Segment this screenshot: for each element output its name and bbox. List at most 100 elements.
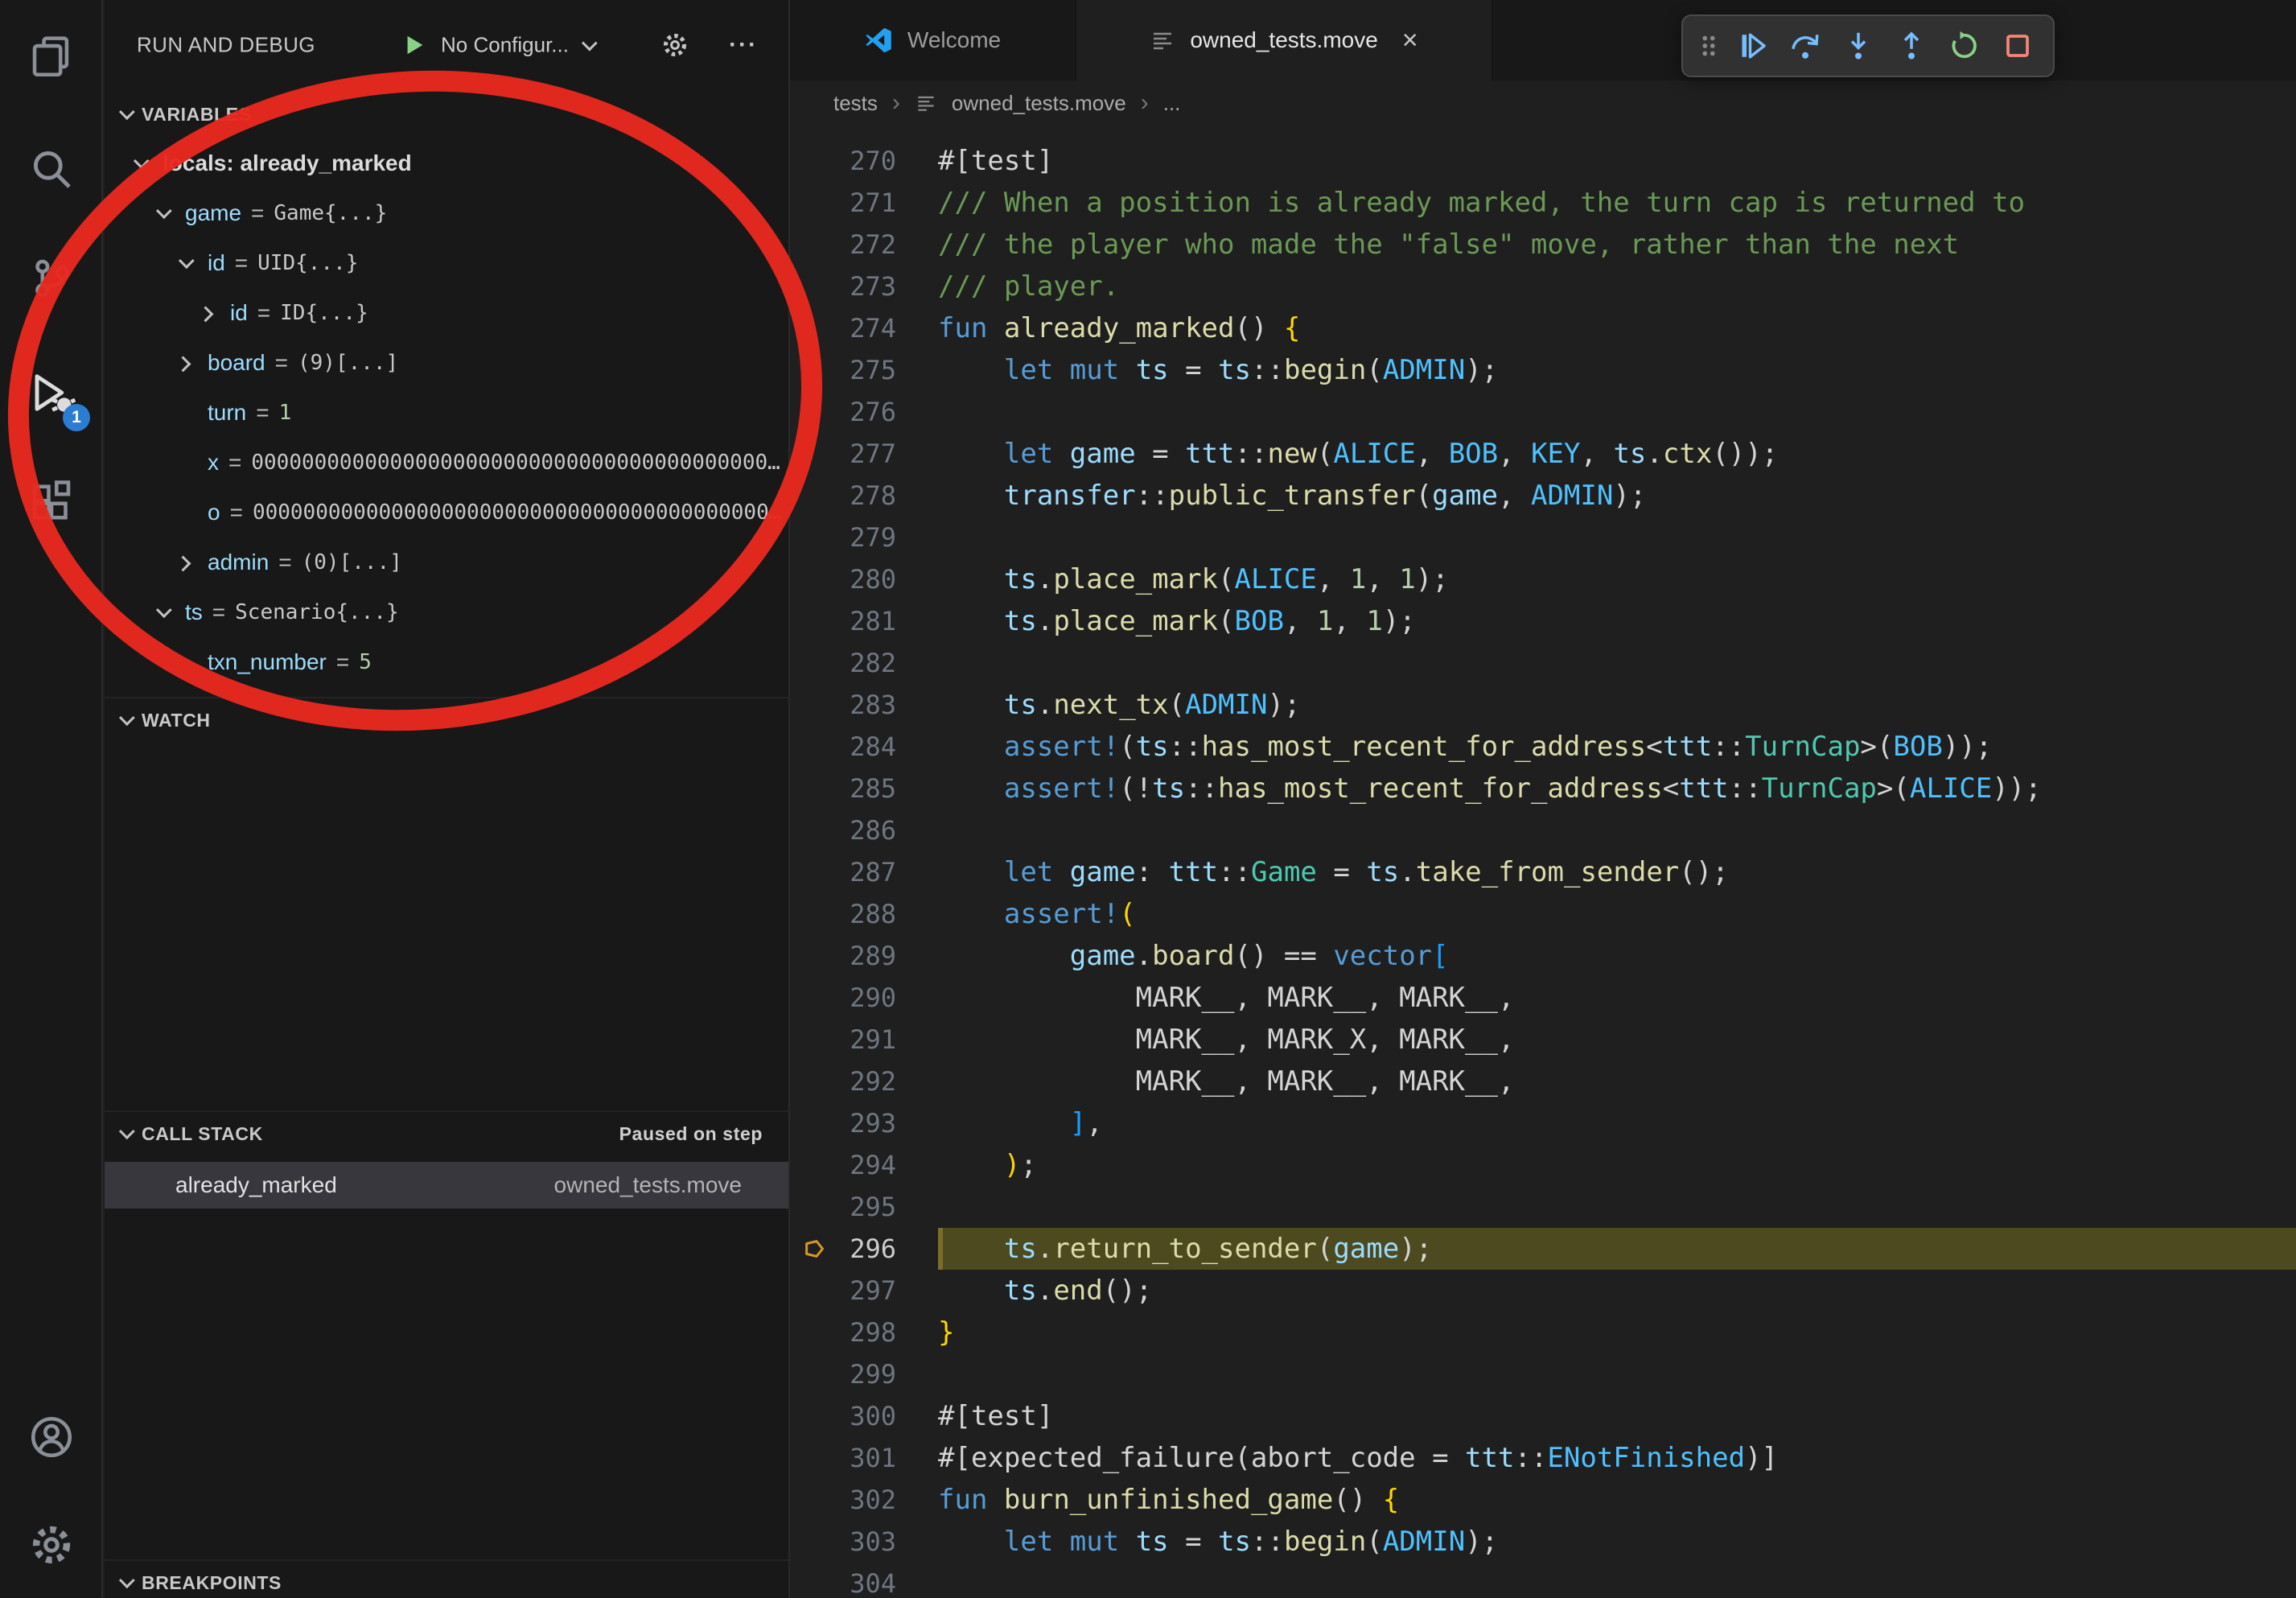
activity-bar-run-and-debug[interactable]: 1 <box>16 357 87 428</box>
activity-bar-settings[interactable] <box>16 1509 87 1580</box>
tab-owned-tests-move[interactable]: owned_tests.move × <box>1076 0 1493 80</box>
code-text[interactable] <box>938 517 2296 558</box>
code-text[interactable]: ts.place_mark(BOB, 1, 1); <box>938 600 2296 642</box>
gutter-icon-area[interactable] <box>790 977 838 1019</box>
close-icon[interactable]: × <box>1402 27 1418 54</box>
twistie[interactable] <box>179 557 208 568</box>
code-text[interactable]: MARK__, MARK_X, MARK__, <box>938 1019 2296 1061</box>
breakpoints-section-header[interactable]: BREAKPOINTS <box>105 1559 788 1598</box>
code-text[interactable]: ts.next_tx(ADMIN); <box>938 684 2296 726</box>
code-text[interactable]: ); <box>938 1144 2296 1186</box>
stop-button[interactable] <box>1994 22 2042 70</box>
gutter-icon-area[interactable] <box>790 1270 838 1312</box>
gutter-icon-area[interactable] <box>790 1228 838 1270</box>
step-over-button[interactable] <box>1781 22 1829 70</box>
drag-handle[interactable] <box>1694 22 1723 70</box>
code-text[interactable]: let mut ts = ts::begin(ADMIN); <box>938 1521 2296 1563</box>
gutter-icon-area[interactable] <box>790 1353 838 1395</box>
code-text[interactable]: let game = ttt::new(ALICE, BOB, KEY, ts.… <box>938 433 2296 475</box>
restart-button[interactable] <box>1940 22 1989 70</box>
gutter-icon-area[interactable] <box>790 768 838 809</box>
continue-button[interactable] <box>1728 22 1776 70</box>
gutter-icon-area[interactable] <box>790 182 838 224</box>
code-text[interactable]: fun already_marked() { <box>938 307 2296 349</box>
gutter-icon-area[interactable] <box>790 935 838 977</box>
variable-row[interactable]: admin=(0)[...] <box>105 537 788 587</box>
activity-bar-source-control[interactable] <box>16 243 87 314</box>
gutter-icon-area[interactable] <box>790 1395 838 1437</box>
twistie[interactable] <box>134 158 163 169</box>
code-text[interactable]: fun burn_unfinished_game() { <box>938 1479 2296 1521</box>
code-text[interactable]: assert!(ts::has_most_recent_for_address<… <box>938 726 2296 768</box>
twistie[interactable] <box>156 607 185 618</box>
code-text[interactable]: #[expected_failure(abort_code = ttt::ENo… <box>938 1437 2296 1479</box>
code-text[interactable]: MARK__, MARK__, MARK__, <box>938 1061 2296 1102</box>
code-text[interactable]: /// the player who made the "false" move… <box>938 224 2296 266</box>
gutter-icon-area[interactable] <box>790 1186 838 1228</box>
tab-welcome[interactable]: Welcome <box>790 0 1076 80</box>
code-text[interactable] <box>938 1186 2296 1228</box>
code-text[interactable]: let game: ttt::Game = ts.take_from_sende… <box>938 851 2296 893</box>
code-text[interactable]: } <box>938 1312 2296 1353</box>
gutter-icon-area[interactable] <box>790 433 838 475</box>
gutter-icon-area[interactable] <box>790 1479 838 1521</box>
code-text[interactable]: /// When a position is already marked, t… <box>938 182 2296 224</box>
breadcrumb-item-more[interactable]: ... <box>1163 91 1181 116</box>
variable-row[interactable]: game=Game{...} <box>105 188 788 238</box>
code-text[interactable] <box>938 391 2296 433</box>
code-text[interactable]: ts.return_to_sender(game); <box>938 1228 2296 1270</box>
more-actions-icon[interactable]: ··· <box>729 31 758 59</box>
variable-row[interactable]: id=ID{...} <box>105 288 788 338</box>
gutter-icon-area[interactable] <box>790 224 838 266</box>
variable-row[interactable]: txn_number=5 <box>105 637 788 687</box>
activity-bar-extensions[interactable] <box>16 467 87 537</box>
gutter-icon-area[interactable] <box>790 600 838 642</box>
gutter-icon-area[interactable] <box>790 1102 838 1144</box>
gutter-icon-area[interactable] <box>790 1312 838 1353</box>
twistie[interactable] <box>156 208 185 219</box>
breadcrumb-item-file[interactable]: owned_tests.move <box>952 91 1126 116</box>
code-text[interactable]: assert!( <box>938 893 2296 935</box>
variable-row[interactable]: ts=Scenario{...} <box>105 587 788 637</box>
gutter-icon-area[interactable] <box>790 726 838 768</box>
code-text[interactable]: #[test] <box>938 140 2296 182</box>
code-text[interactable]: /// player. <box>938 266 2296 307</box>
gutter-icon-area[interactable] <box>790 307 838 349</box>
start-debugging-button[interactable] <box>402 33 426 57</box>
gear-icon[interactable] <box>661 31 689 59</box>
code-editor[interactable]: 270#[test]271/// When a position is alre… <box>790 126 2296 1598</box>
twistie[interactable] <box>201 307 230 319</box>
code-text[interactable]: ts.place_mark(ALICE, 1, 1); <box>938 558 2296 600</box>
gutter-icon-area[interactable] <box>790 349 838 391</box>
gutter-icon-area[interactable] <box>790 1521 838 1563</box>
twistie[interactable] <box>179 257 208 269</box>
variable-row[interactable]: locals: already_marked <box>105 138 788 188</box>
gutter-icon-area[interactable] <box>790 558 838 600</box>
gutter-icon-area[interactable] <box>790 642 838 684</box>
gutter-icon-area[interactable] <box>790 1144 838 1186</box>
watch-section-header[interactable]: WATCH <box>105 697 788 742</box>
gutter-icon-area[interactable] <box>790 391 838 433</box>
activity-bar-account[interactable] <box>16 1402 87 1472</box>
call-stack-section-header[interactable]: CALL STACK Paused on step <box>105 1110 788 1155</box>
call-stack-frame[interactable]: already_marked owned_tests.move <box>105 1162 788 1209</box>
gutter-icon-area[interactable] <box>790 1563 838 1598</box>
activity-bar-explorer[interactable] <box>16 21 87 92</box>
code-text[interactable] <box>938 1353 2296 1395</box>
code-text[interactable]: let mut ts = ts::begin(ADMIN); <box>938 349 2296 391</box>
code-text[interactable] <box>938 809 2296 851</box>
step-into-button[interactable] <box>1834 22 1882 70</box>
code-text[interactable]: #[test] <box>938 1395 2296 1437</box>
step-out-button[interactable] <box>1887 22 1936 70</box>
twistie[interactable] <box>179 357 208 369</box>
variable-row[interactable]: o=00000000000000000000000000000000000000… <box>105 488 788 537</box>
gutter-icon-area[interactable] <box>790 1019 838 1061</box>
debug-config-dropdown[interactable]: No Configur... <box>441 33 593 58</box>
code-text[interactable]: assert!(!ts::has_most_recent_for_address… <box>938 768 2296 809</box>
variable-row[interactable]: board=(9)[...] <box>105 338 788 388</box>
code-text[interactable]: transfer::public_transfer(game, ADMIN); <box>938 475 2296 517</box>
gutter-icon-area[interactable] <box>790 851 838 893</box>
gutter-icon-area[interactable] <box>790 266 838 307</box>
code-text[interactable] <box>938 642 2296 684</box>
gutter-icon-area[interactable] <box>790 893 838 935</box>
